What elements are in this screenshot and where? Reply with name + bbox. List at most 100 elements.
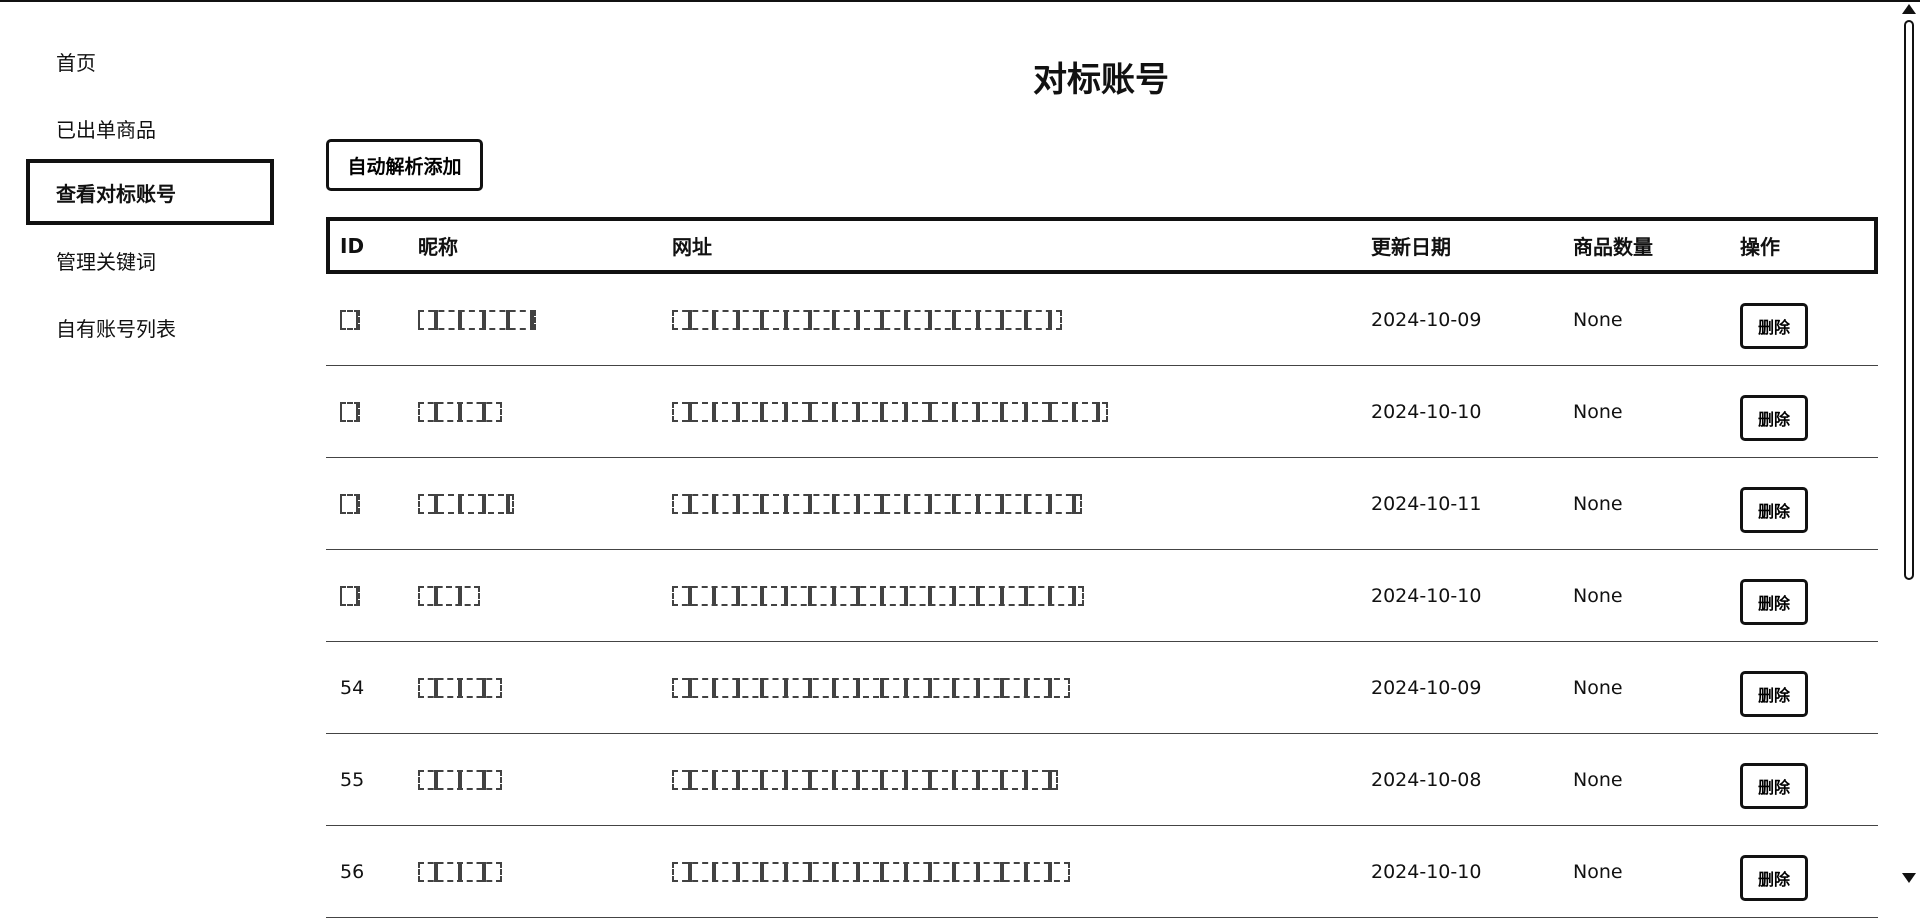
redacted-url	[672, 494, 1082, 514]
cell-actions: 删除	[1740, 458, 1808, 550]
page-title: 对标账号	[1033, 60, 1169, 100]
cell-url[interactable]	[672, 274, 1062, 366]
cell-actions: 删除	[1740, 826, 1808, 918]
cell-url[interactable]	[672, 550, 1084, 642]
cell-id	[340, 458, 360, 550]
cell-update-date: 2024-10-09	[1371, 309, 1482, 331]
scroll-up-icon[interactable]	[1902, 4, 1916, 14]
cell-product-count: None	[1573, 401, 1623, 423]
header-product-count: 商品数量	[1573, 235, 1653, 259]
cell-nickname	[418, 550, 480, 642]
cell-nickname	[418, 274, 536, 366]
cell-product-count: None	[1573, 309, 1623, 331]
table-row: 2024-10-11 None 删除	[326, 458, 1878, 550]
redacted-nickname	[418, 494, 514, 514]
cell-nickname	[418, 826, 502, 918]
accounts-table: ID 昵称 网址 更新日期 商品数量 操作 2024-10-09 None 删除 20…	[326, 217, 1878, 918]
redacted-nickname	[418, 678, 502, 698]
cell-id: 55	[340, 769, 365, 791]
cell-actions: 删除	[1740, 734, 1808, 826]
cell-product-count: None	[1573, 677, 1623, 699]
scrollbar-thumb[interactable]	[1904, 20, 1914, 580]
redacted-url	[672, 862, 1070, 882]
table-body: 2024-10-09 None 删除 2024-10-10 None 删除 2024-10-…	[326, 274, 1878, 918]
redacted-id	[340, 310, 360, 330]
redacted-id	[340, 494, 360, 514]
redacted-url	[672, 586, 1084, 606]
auto-parse-add-button[interactable]: 自动解析添加	[326, 139, 483, 191]
cell-actions: 删除	[1740, 274, 1808, 366]
header-nickname: 昵称	[418, 235, 458, 259]
redacted-nickname	[418, 586, 480, 606]
table-row: 2024-10-10 None 删除	[326, 550, 1878, 642]
redacted-nickname	[418, 310, 536, 330]
header-actions: 操作	[1740, 235, 1780, 259]
cell-nickname	[418, 366, 502, 458]
header-url: 网址	[672, 235, 712, 259]
cell-url[interactable]	[672, 366, 1108, 458]
cell-update-date: 2024-10-09	[1371, 677, 1482, 699]
header-update-date: 更新日期	[1371, 235, 1451, 259]
cell-url[interactable]	[672, 734, 1058, 826]
table-row: 54 2024-10-09 None 删除	[326, 642, 1878, 734]
redacted-id	[340, 402, 360, 422]
table-row: 2024-10-09 None 删除	[326, 274, 1878, 366]
cell-nickname	[418, 642, 502, 734]
cell-nickname	[418, 734, 502, 826]
header-id: ID	[340, 233, 365, 258]
table-row: 55 2024-10-08 None 删除	[326, 734, 1878, 826]
delete-button[interactable]: 删除	[1740, 579, 1808, 625]
cell-update-date: 2024-10-11	[1371, 493, 1482, 515]
delete-button[interactable]: 删除	[1740, 763, 1808, 809]
cell-product-count: None	[1573, 585, 1623, 607]
cell-url[interactable]	[672, 642, 1070, 734]
redacted-url	[672, 678, 1070, 698]
scroll-down-icon[interactable]	[1902, 873, 1916, 883]
cell-update-date: 2024-10-08	[1371, 769, 1482, 791]
delete-button[interactable]: 删除	[1740, 855, 1808, 901]
redacted-nickname	[418, 402, 502, 422]
cell-url[interactable]	[672, 826, 1070, 918]
sidebar-nav: 首页 已出单商品 查看对标账号 管理关键词 自有账号列表	[0, 0, 300, 887]
delete-button[interactable]: 删除	[1740, 395, 1808, 441]
cell-update-date: 2024-10-10	[1371, 401, 1482, 423]
cell-actions: 删除	[1740, 550, 1808, 642]
sidebar-item-keywords[interactable]: 管理关键词	[26, 229, 274, 291]
cell-id: 54	[340, 677, 365, 699]
cell-id: 56	[340, 861, 365, 883]
redacted-url	[672, 310, 1062, 330]
table-row: 2024-10-10 None 删除	[326, 366, 1878, 458]
cell-update-date: 2024-10-10	[1371, 861, 1482, 883]
cell-update-date: 2024-10-10	[1371, 585, 1482, 607]
vertical-scrollbar[interactable]	[1898, 0, 1920, 887]
cell-product-count: None	[1573, 861, 1623, 883]
sidebar-item-label: 已出单商品	[56, 117, 156, 142]
delete-button[interactable]: 删除	[1740, 671, 1808, 717]
cell-actions: 删除	[1740, 642, 1808, 734]
delete-button[interactable]: 删除	[1740, 487, 1808, 533]
cell-product-count: None	[1573, 769, 1623, 791]
redacted-nickname	[418, 862, 502, 882]
cell-url[interactable]	[672, 458, 1082, 550]
table-row: 56 2024-10-10 None 删除	[326, 826, 1878, 918]
redacted-id	[340, 586, 360, 606]
cell-id	[340, 550, 360, 642]
sidebar-item-label: 首页	[56, 50, 96, 75]
delete-button[interactable]: 删除	[1740, 303, 1808, 349]
sidebar-item-home[interactable]: 首页	[26, 30, 274, 92]
sidebar-item-label: 查看对标账号	[56, 181, 176, 206]
sidebar-item-ordered-products[interactable]: 已出单商品	[26, 97, 274, 159]
sidebar-item-label: 管理关键词	[56, 249, 156, 274]
cell-product-count: None	[1573, 493, 1623, 515]
cell-actions: 删除	[1740, 366, 1808, 458]
redacted-url	[672, 402, 1108, 422]
sidebar-item-benchmark-accounts[interactable]: 查看对标账号	[26, 159, 274, 225]
redacted-url	[672, 770, 1058, 790]
cell-id	[340, 366, 360, 458]
cell-nickname	[418, 458, 514, 550]
redacted-nickname	[418, 770, 502, 790]
cell-id	[340, 274, 360, 366]
sidebar-item-label: 自有账号列表	[56, 316, 176, 341]
table-header: ID 昵称 网址 更新日期 商品数量 操作	[326, 217, 1878, 274]
sidebar-item-own-accounts[interactable]: 自有账号列表	[26, 296, 274, 358]
